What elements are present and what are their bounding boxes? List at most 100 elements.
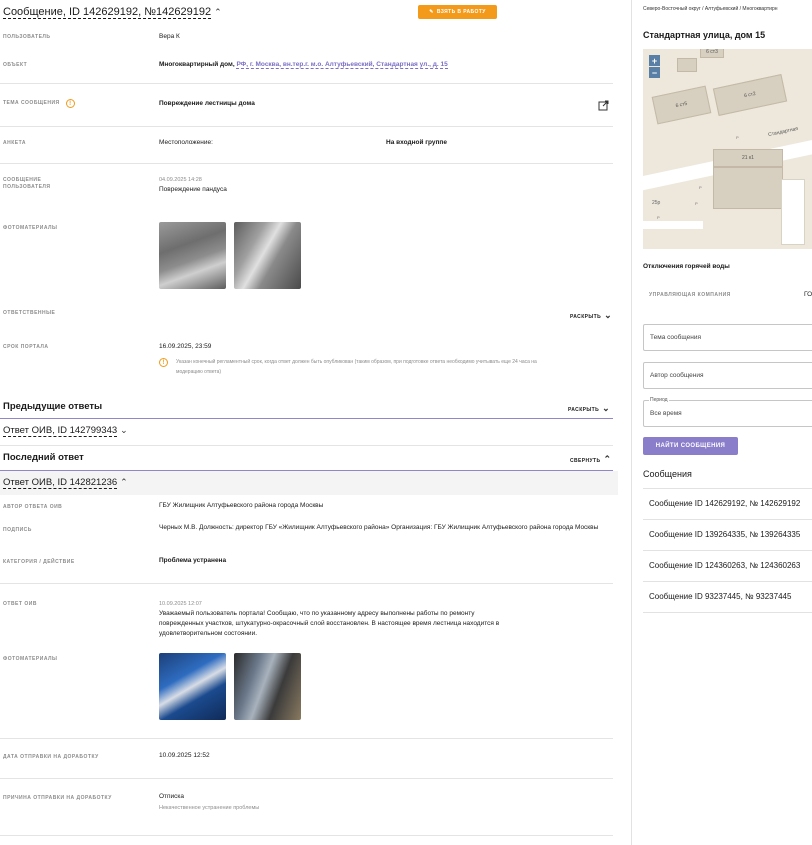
answer-text: Уважаемый пользователь портала! Сообщаю,… <box>159 610 500 637</box>
message-list-item[interactable]: Сообщение ID 93237445, № 93237445 <box>649 592 791 601</box>
responsible-expand-toggle[interactable]: РАСКРЫТЬ ⌄ <box>570 310 612 321</box>
deadline-note: Указан конечный регламентный срок, когда… <box>176 359 537 375</box>
rework-reason-label: ПРИЧИНА ОТПРАВКИ НА ДОРАБОТКУ <box>3 795 112 801</box>
answer-photos-label: ФОТОМАТЕРИАЛЫ <box>3 656 58 662</box>
signature-value: Черных М.В. Должность: директор ГБУ «Жил… <box>159 524 599 531</box>
map-building <box>713 167 783 209</box>
message-detail-panel: Сообщение, ID 142629192, №142629192 ⌃ ✎ ВЗ… <box>0 0 618 845</box>
chevron-down-icon: ⌄ <box>602 403 611 413</box>
message-date: 04.09.2025 14:28 <box>159 177 202 183</box>
message-list-item[interactable]: Сообщение ID 124360263, № 124360263 <box>649 561 800 570</box>
map-parking-label: Р <box>699 185 702 190</box>
divider <box>0 445 613 446</box>
photo-thumbnail[interactable] <box>159 222 226 289</box>
rework-date-value: 10.09.2025 12:52 <box>159 752 210 759</box>
map-building: 6 ст5 <box>651 85 712 125</box>
chevron-down-icon: ⌄ <box>604 310 613 320</box>
map-parking-label: Р <box>695 201 698 206</box>
topic-value: Повреждение лестницы дома <box>159 100 255 107</box>
outage-title: Отключения горячей воды <box>643 263 730 270</box>
map-label: 25р <box>652 200 661 206</box>
user-label: ПОЛЬЗОВАТЕЛЬ <box>3 34 51 40</box>
management-company-label: УПРАВЛЯЮЩАЯ КОМПАНИЯ <box>649 292 731 298</box>
divider <box>643 550 812 551</box>
object-address-link[interactable]: РФ, г. Москва, вн.тер.г. м.о. Алтуфьевск… <box>236 61 448 69</box>
previous-answers-expand-toggle[interactable]: РАСКРЫТЬ ⌄ <box>568 403 610 414</box>
info-icon[interactable]: ! <box>65 99 75 108</box>
topic-filter-input[interactable]: Тема сообщения <box>643 324 812 351</box>
rework-date-label: ДАТА ОТПРАВКИ НА ДОРАБОТКУ <box>3 754 99 760</box>
last-answer-item[interactable]: Ответ ОИВ, ID 142821236 ⌃ <box>3 477 128 489</box>
divider <box>643 581 812 582</box>
last-answer-collapse-toggle[interactable]: СВЕРНУТЬ ⌃ <box>570 454 611 465</box>
last-answer-title: Последний ответ <box>3 452 84 463</box>
user-value: Вера К <box>159 33 180 40</box>
external-link-icon[interactable] <box>598 98 609 111</box>
period-select[interactable]: Период Все время <box>643 397 812 427</box>
divider <box>0 418 613 419</box>
period-label: Период <box>649 397 669 403</box>
previous-answer-item[interactable]: Ответ ОИВ, ID 142799343 ⌄ <box>3 425 128 437</box>
management-company-value: ГО <box>804 291 812 298</box>
divider <box>0 835 613 836</box>
map[interactable]: 6 ст3 6 ст5 6 ст2 Стандартная 21 к1 25р … <box>643 49 812 249</box>
message-list-item[interactable]: Сообщение ID 142629192, № 142629192 <box>649 499 800 508</box>
map-street-label: Стандартная <box>767 125 799 139</box>
answer-date: 10.09.2025 12:07 <box>159 601 202 607</box>
photo-thumbnail[interactable] <box>234 653 301 720</box>
deadline-value: 16.09.2025, 23:59 <box>159 343 212 350</box>
map-building: 21 к1 <box>713 149 783 167</box>
message-text: Повреждение пандуса <box>159 186 227 193</box>
map-building: 6 ст3 <box>700 49 724 58</box>
signature-label: ПОДПИСЬ <box>3 527 32 533</box>
zoom-out-button[interactable]: − <box>649 67 660 78</box>
topic-label: ТЕМА СООБЩЕНИЯ <box>3 100 60 106</box>
find-messages-button[interactable]: НАЙТИ СООБЩЕНИЯ <box>643 437 738 455</box>
messages-title: Сообщения <box>643 469 692 479</box>
photo-thumbnail[interactable] <box>159 653 226 720</box>
divider <box>0 163 613 164</box>
chevron-down-icon: ⌄ <box>120 425 128 435</box>
object-value: Многоквартирный дом, РФ, г. Москва, вн.т… <box>159 61 448 69</box>
category-value: Проблема устранена <box>159 557 227 564</box>
deadline-label: СРОК ПОРТАЛА <box>3 344 49 350</box>
user-message-label: СООБЩЕНИЕ ПОЛЬЗОВАТЕЛЯ <box>3 177 51 190</box>
panel-divider <box>631 0 632 845</box>
divider <box>643 612 812 613</box>
divider <box>643 488 812 489</box>
map-parking-label: Р <box>657 215 660 220</box>
photos-label: ФОТОМАТЕРИАЛЫ <box>3 225 58 231</box>
survey-key: Местоположение: <box>159 139 213 146</box>
author-filter-input[interactable]: Автор сообщения <box>643 362 812 389</box>
chevron-up-icon[interactable]: ⌃ <box>214 7 222 18</box>
map-building <box>677 58 697 72</box>
photo-thumbnail[interactable] <box>234 222 301 289</box>
chevron-up-icon: ⌃ <box>120 477 128 487</box>
divider <box>0 778 613 779</box>
sidebar: Северо-Восточный округ / Алтуфьевский / … <box>643 0 812 845</box>
answer-author-label: АВТОР ОТВЕТА ОИВ <box>3 504 63 510</box>
survey-label: АНКЕТА <box>3 140 26 146</box>
survey-value: На входной группе <box>386 139 447 146</box>
category-label: КАТЕГОРИЯ / ДЕЙСТВИЕ <box>3 559 75 565</box>
divider <box>643 519 812 520</box>
topic-label-row: ТЕМА СООБЩЕНИЯ ! <box>3 99 75 108</box>
map-road <box>643 221 703 229</box>
map-building: 6 ст2 <box>712 74 788 116</box>
previous-answers-title: Предыдущие ответы <box>3 401 103 412</box>
page-title[interactable]: Сообщение, ID 142629192, №142629192 ⌃ <box>3 6 222 19</box>
rework-reason-value: Отписка <box>159 793 185 800</box>
divider <box>0 83 613 84</box>
map-building <box>781 179 805 245</box>
divider <box>0 738 613 739</box>
map-parking-label: Р <box>736 135 739 140</box>
breadcrumb[interactable]: Северо-Восточный округ / Алтуфьевский / … <box>643 6 778 12</box>
message-list-item[interactable]: Сообщение ID 139264335, № 139264335 <box>649 530 800 539</box>
sidebar-title: Стандартная улица, дом 15 <box>643 30 766 40</box>
divider <box>0 126 613 127</box>
answer-author-value: ГБУ Жилищник Алтуфьевского района города… <box>159 502 324 509</box>
pencil-icon: ✎ <box>429 9 434 15</box>
take-to-work-button[interactable]: ✎ ВЗЯТЬ В РАБОТУ <box>418 5 497 19</box>
info-icon: ! <box>159 358 168 367</box>
zoom-in-button[interactable]: + <box>649 55 660 66</box>
